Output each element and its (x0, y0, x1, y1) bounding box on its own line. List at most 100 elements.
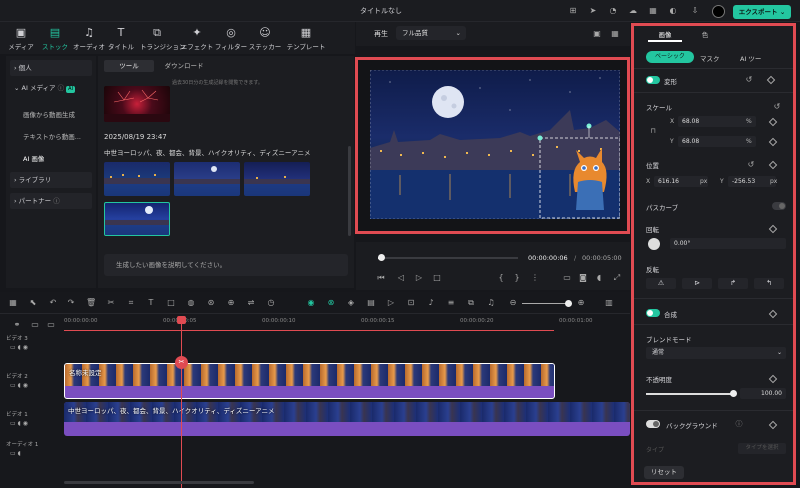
storyboard-icon[interactable]: ▤ (366, 298, 376, 308)
reset-icon[interactable]: ↺ (746, 160, 756, 170)
prompt-input[interactable]: 生成したい画像を説明してください。 (104, 254, 348, 276)
tab-sticker[interactable]: ☺ ステッカー (248, 26, 282, 51)
tab-stock[interactable]: ▤ ストック (38, 26, 72, 51)
track-add-icon[interactable]: ▭ (30, 320, 40, 330)
volume-icon[interactable]: ◖ (18, 450, 21, 457)
eye-icon[interactable]: ◉ (23, 344, 28, 351)
playhead-handle[interactable] (177, 316, 186, 324)
background-toggle[interactable] (646, 420, 660, 428)
sidebar-item-personal[interactable]: › 個人 (10, 60, 92, 76)
layout-icon[interactable]: ▥ (604, 298, 614, 308)
grid-icon[interactable]: ▦ (648, 6, 658, 16)
lock-icon[interactable]: ⊓ (648, 126, 658, 136)
opacity-handle[interactable] (730, 390, 737, 397)
grid-icon[interactable]: ▦ (8, 298, 18, 308)
marker-icon[interactable]: ▷ (386, 298, 396, 308)
keyframe-icon[interactable] (768, 374, 778, 384)
reset-button[interactable]: リセット (644, 466, 684, 479)
composite-toggle[interactable] (646, 309, 660, 317)
adjust-icon[interactable]: ⇌ (246, 298, 256, 308)
frame-back-icon[interactable]: ◁ (396, 273, 406, 283)
mark-out-icon[interactable]: } (512, 273, 522, 283)
tab-color[interactable]: 色 (688, 29, 722, 42)
headset-icon[interactable]: ◐ (668, 6, 678, 16)
sidebar-item-text-to-video[interactable]: テキストから動画... (23, 131, 81, 141)
scrollbar[interactable] (348, 146, 351, 236)
stop-icon[interactable]: □ (432, 273, 442, 283)
select-icon[interactable]: ⬉ (28, 298, 38, 308)
result-thumbnail-2[interactable] (174, 162, 240, 196)
sidebar-item-image-to-video[interactable]: 画像から動画生成 (23, 109, 75, 119)
bookmark-icon[interactable]: ⊡ (406, 298, 416, 308)
tab-title[interactable]: T タイトル (104, 26, 138, 51)
volume-icon[interactable]: ◖ (18, 420, 21, 427)
transform-toggle[interactable] (646, 76, 660, 84)
tab-ai-tools[interactable]: AI ツー (740, 53, 761, 63)
volume-icon[interactable]: ◖ (594, 273, 604, 283)
zoom-out-icon[interactable]: ⊖ (508, 298, 518, 308)
preview-canvas[interactable] (355, 57, 630, 234)
tab-media[interactable]: ▣ メディア (4, 26, 38, 51)
gift-icon[interactable]: ⊞ (568, 6, 578, 16)
result-thumbnail-1[interactable] (104, 162, 170, 196)
bulb-icon[interactable]: ◔ (608, 6, 618, 16)
type-select[interactable]: タイプを選択 (738, 443, 786, 454)
fullscreen-icon[interactable]: ⤢ (612, 273, 622, 283)
result-thumbnail-3[interactable] (244, 162, 310, 196)
rotate-left-icon[interactable]: ↱ (718, 278, 748, 289)
tab-transition[interactable]: ⧉ トランジション (140, 26, 186, 51)
tab-download[interactable]: ダウンロード (156, 60, 212, 72)
quality-select[interactable]: フル品質 ⌄ (396, 26, 466, 40)
ai-icon[interactable]: ⊕ (226, 298, 236, 308)
picture-icon[interactable]: ▣ (592, 29, 602, 39)
crop-icon[interactable]: ⌗ (126, 298, 136, 308)
flip-vertical-icon[interactable]: ⊳ (682, 278, 712, 289)
link-icon[interactable]: ⚭ (12, 320, 22, 330)
undo-icon[interactable]: ↶ (48, 298, 58, 308)
folder-icon[interactable]: ▭ (10, 344, 16, 351)
playback-progress[interactable] (377, 254, 518, 261)
rotate-dial[interactable] (648, 238, 660, 250)
snap-icon[interactable]: ◉ (306, 298, 316, 308)
flip-horizontal-icon[interactable]: ⚠ (646, 278, 676, 289)
download-icon[interactable]: ⇩ (690, 6, 700, 16)
copy-icon[interactable]: ⧉ (466, 298, 476, 308)
keyframe-icon[interactable] (768, 160, 778, 170)
shield-icon[interactable]: ◈ (346, 298, 356, 308)
keyframe-icon[interactable] (768, 309, 778, 319)
camera-icon[interactable]: ◙ (578, 273, 588, 283)
path-curve-toggle[interactable] (772, 202, 786, 210)
folder-icon[interactable]: ▭ (10, 382, 16, 389)
tab-basic[interactable]: ベーシック (646, 51, 694, 63)
tab-tool[interactable]: ツール (104, 60, 154, 72)
tab-image[interactable]: 画像 (648, 29, 682, 42)
fireworks-thumbnail[interactable] (104, 86, 170, 122)
rotate-right-icon[interactable]: ↰ (754, 278, 784, 289)
sidebar-item-partner[interactable]: › パートナー ⓘ (10, 193, 92, 209)
cut-icon[interactable]: ✂ (106, 298, 116, 308)
video-clip-cat[interactable]: 名称未設定 (64, 363, 555, 399)
color-icon[interactable]: ◍ (186, 298, 196, 308)
magnet-icon[interactable]: ⊗ (326, 298, 336, 308)
split-icon[interactable]: ⋮ (530, 273, 540, 283)
list-icon[interactable]: ≡ (446, 298, 456, 308)
position-y-input[interactable]: -256.53 (728, 176, 776, 187)
folder-icon[interactable]: ▭ (10, 450, 16, 457)
tab-mask[interactable]: マスク (700, 53, 720, 63)
opacity-input[interactable]: 100.00 (740, 388, 786, 399)
play-icon[interactable]: ▷ (414, 273, 424, 283)
keyframe-icon[interactable] (766, 75, 776, 85)
eye-icon[interactable]: ◉ (23, 420, 28, 427)
mark-in-icon[interactable]: { (496, 273, 506, 283)
keyframe-icon[interactable] (768, 224, 778, 234)
track-settings-icon[interactable]: ▭ (46, 320, 56, 330)
timeline-scrollbar[interactable] (64, 481, 254, 484)
keyframe-icon[interactable] (768, 137, 778, 147)
avatar[interactable] (712, 5, 725, 18)
volume-icon[interactable]: ◖ (18, 382, 21, 389)
keyframe-icon[interactable] (768, 420, 778, 430)
folder-icon[interactable]: ▭ (10, 420, 16, 427)
export-button[interactable]: エクスポート ⌄ (733, 5, 791, 19)
result-thumbnail-selected[interactable] (104, 202, 170, 236)
mic-icon[interactable]: ♪ (426, 298, 436, 308)
